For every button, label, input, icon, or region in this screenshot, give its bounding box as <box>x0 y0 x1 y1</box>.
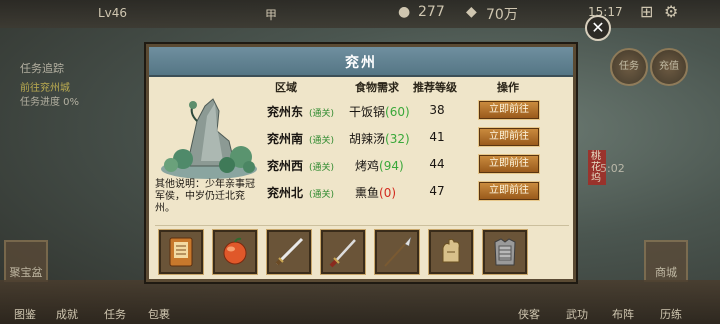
recharge-button[interactable]: 充值 <box>650 48 688 86</box>
header-action: 操作 <box>497 81 519 94</box>
row-1-region: 兖州东 <box>267 105 304 119</box>
row-2-level: 41 <box>429 130 445 144</box>
region-dialog: 兖州 其他说明：少年亲事冠军侯，中岁仍迁北兖州。 区域 食物需求 推荐等级 操作… <box>146 44 576 282</box>
item-slot-5[interactable] <box>374 229 420 275</box>
bottom-button-task[interactable]: 任务 <box>104 306 126 322</box>
bottom-button-kungfu[interactable]: 武功 <box>566 306 588 322</box>
row-4-status: (通关) <box>309 190 335 200</box>
bottom-button-hero[interactable]: 侠客 <box>518 306 540 322</box>
silver-icon: ◆ <box>466 4 477 20</box>
close-icon[interactable]: ✕ <box>585 15 611 41</box>
dialog-title-bar: 兖州 <box>149 47 573 77</box>
row-3-food: 烤鸡(94) <box>355 159 404 173</box>
row-3-go-button[interactable]: 立即前往 <box>478 154 540 174</box>
bottom-button-achievement[interactable]: 成就 <box>56 306 78 322</box>
sword-icon <box>329 239 356 268</box>
book-icon <box>169 237 193 267</box>
row-2-go-button[interactable]: 立即前往 <box>478 127 540 147</box>
row-4-region: 兖州北 <box>267 186 304 200</box>
bottom-button-formation[interactable]: 布阵 <box>612 306 634 322</box>
gauntlet-icon <box>442 238 460 263</box>
bottom-button-training[interactable]: 历练 <box>660 306 682 322</box>
row-2-food: 胡辣汤(32) <box>349 132 410 146</box>
row-3-region: 兖州西 <box>267 159 304 173</box>
bottom-button-bag[interactable]: 包裹 <box>148 306 170 322</box>
item-slot-3[interactable] <box>266 229 312 275</box>
header-food: 食物需求 <box>355 81 399 94</box>
mountain-illustration <box>161 98 257 179</box>
item-slot-2[interactable] <box>212 229 258 275</box>
gold-count: 277 <box>418 4 445 20</box>
armor-icon <box>494 238 516 266</box>
row-3-level: 44 <box>429 157 445 171</box>
region-description: 其他说明：少年亲事冠军侯，中岁仍迁北兖州。 <box>155 179 255 214</box>
item-slot-6[interactable] <box>428 229 474 275</box>
row-2-region: 兖州南 <box>267 132 304 146</box>
quest-title[interactable]: 任务追踪 <box>20 60 64 76</box>
bottom-button-atlas[interactable]: 图鉴 <box>14 306 36 322</box>
row-1-level: 38 <box>429 103 445 117</box>
add-icon[interactable]: ⊞ <box>640 2 653 21</box>
row-2-status: (通关) <box>309 136 335 146</box>
row-4-go-button[interactable]: 立即前往 <box>478 181 540 201</box>
treasure-bowl-button[interactable]: 聚宝盆 <box>4 240 48 282</box>
row-4-level: 47 <box>429 184 445 198</box>
quest-line[interactable]: 前往兖州城 <box>20 79 70 94</box>
row-1-go-button[interactable]: 立即前往 <box>478 100 540 120</box>
saber-icon <box>275 237 304 266</box>
gear-icon[interactable]: ⚙ <box>664 2 678 21</box>
silver-count: 70万 <box>486 7 518 23</box>
row-1-food: 干饭锅(60) <box>349 105 410 119</box>
dialog-title: 兖州 <box>345 55 377 71</box>
item-slot-7[interactable] <box>482 229 528 275</box>
timer: 5:02 <box>600 162 625 175</box>
row-4-food: 熏鱼(0) <box>355 186 397 200</box>
row-1-status: (通关) <box>309 109 335 119</box>
header-region: 区域 <box>275 81 297 94</box>
quest-progress: 任务进度 0% <box>20 97 80 108</box>
orange-fruit-icon <box>223 237 247 265</box>
top-right-button-task[interactable]: 任务 <box>610 48 648 86</box>
center-char: 甲 <box>265 8 278 22</box>
reward-items-strip <box>155 225 569 276</box>
item-slot-1[interactable] <box>158 229 204 275</box>
shop-button[interactable]: 商城 <box>644 240 688 282</box>
player-level: Lv46 <box>98 6 128 20</box>
row-3-status: (通关) <box>309 163 335 173</box>
item-slot-4[interactable] <box>320 229 366 275</box>
gold-icon: ● <box>398 4 411 20</box>
header-level: 推荐等级 <box>413 81 457 94</box>
spear-icon <box>384 236 412 267</box>
